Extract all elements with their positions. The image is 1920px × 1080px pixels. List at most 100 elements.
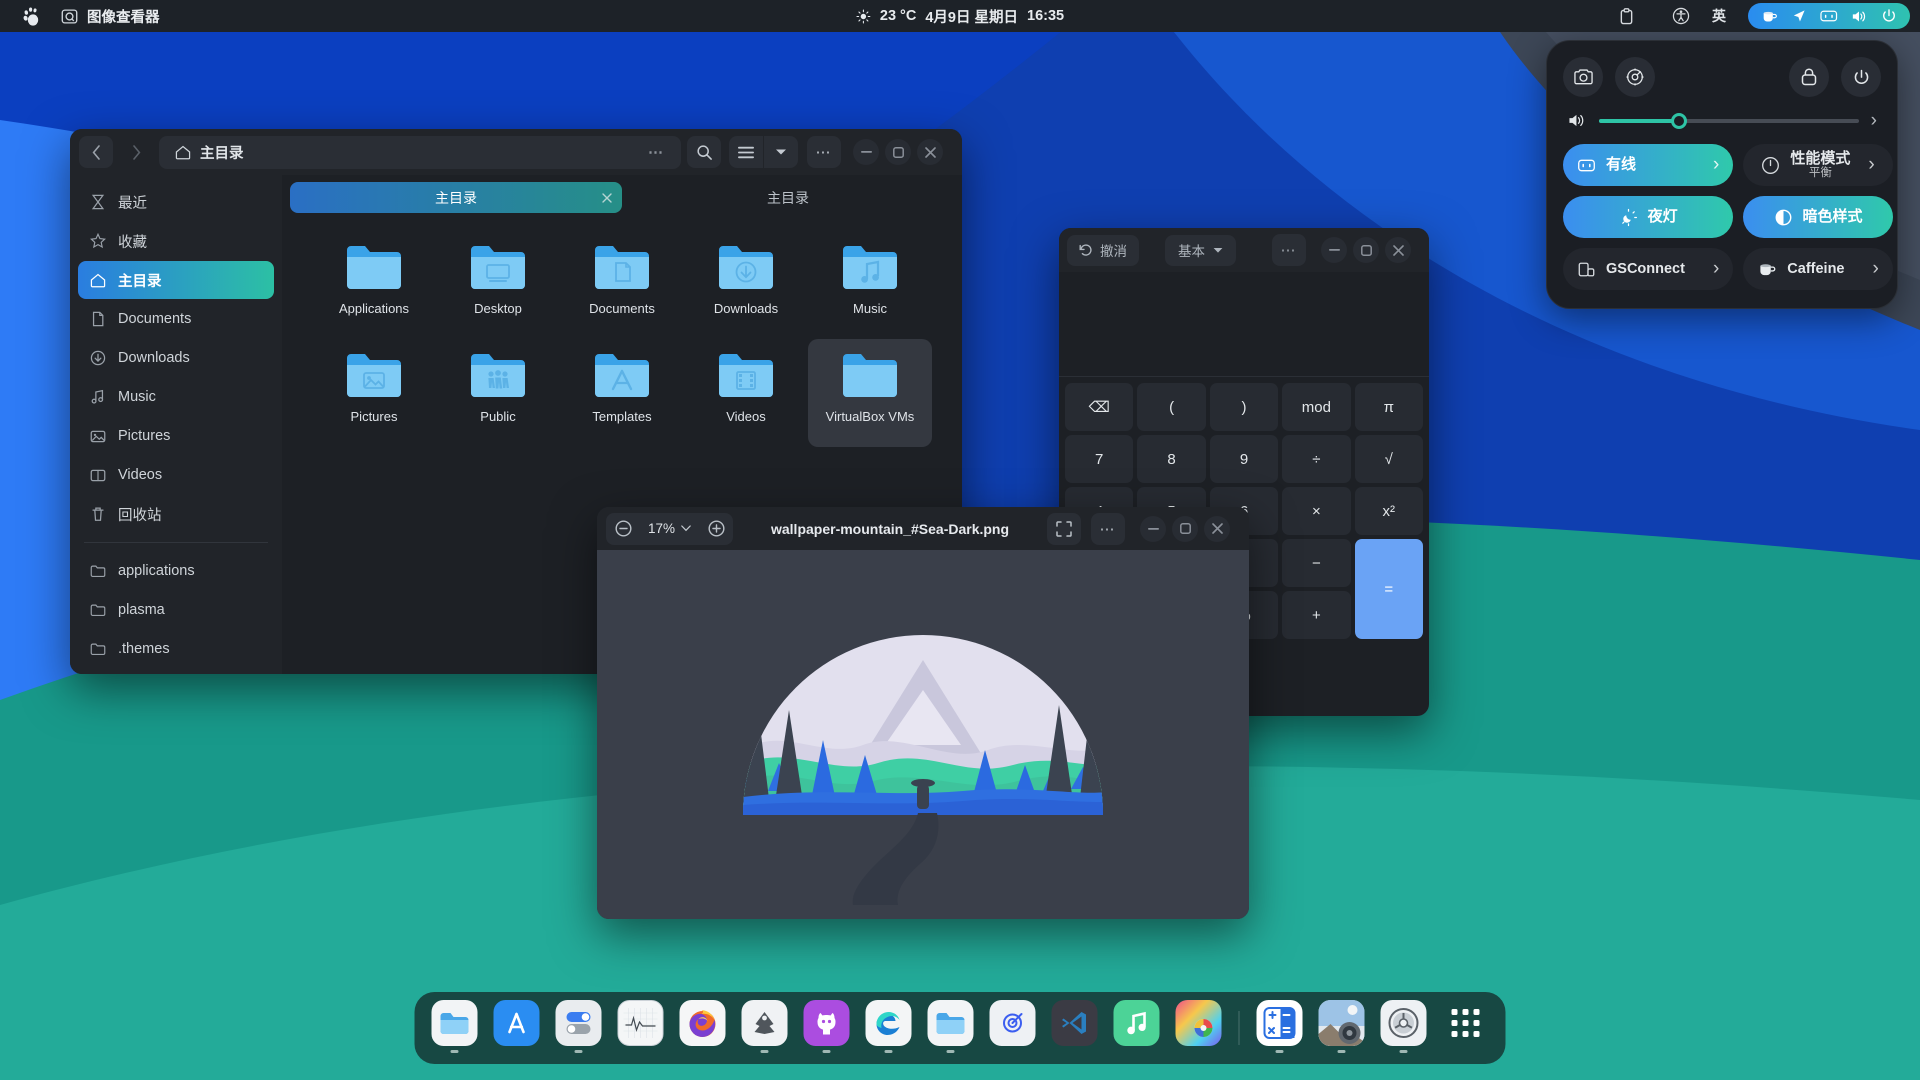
sidebar-bookmark-github[interactable]: GitHub [78,669,274,674]
view-dropdown-button[interactable] [764,136,798,168]
key-8[interactable]: 8 [1137,435,1206,483]
sidebar-item-documents[interactable]: Documents [78,300,274,338]
file-item-applications[interactable]: Applications [312,231,436,339]
file-item-downloads[interactable]: Downloads [684,231,808,339]
dock-item-github[interactable] [801,1000,853,1056]
power-mode-tile[interactable]: 性能模式 平衡 › [1743,144,1893,186]
key-equals[interactable]: = [1354,539,1423,639]
dock-item-color-picker[interactable] [1173,1000,1225,1056]
gsconnect-tile[interactable]: GSConnect › [1563,248,1734,290]
key-paren-close[interactable]: ) [1209,383,1279,431]
back-button[interactable] [79,136,113,168]
file-item-public[interactable]: Public [436,339,560,447]
key-square[interactable]: x² [1354,487,1423,535]
clipboard-icon[interactable] [1611,3,1642,29]
dock-item-files-alt[interactable] [925,1000,977,1056]
maximize-button[interactable] [1172,515,1198,542]
key-9[interactable]: 9 [1209,435,1279,483]
view-list-button[interactable] [729,136,763,168]
zoom-level-dropdown[interactable]: 17% [640,521,699,536]
screenshot-button[interactable] [1563,57,1603,97]
gsconnect-chevron-icon[interactable]: › [1705,258,1719,280]
key-plus[interactable]: + [1282,591,1351,639]
mode-dropdown[interactable]: 基本 [1165,234,1236,266]
volume-slider-row[interactable]: › [1563,111,1881,130]
sidebar-bookmark-plasma[interactable]: plasma [78,591,274,629]
path-menu-button[interactable]: ⋯ [648,143,665,161]
zoom-out-button[interactable] [606,513,640,545]
dock-item-system-settings[interactable] [1378,1000,1430,1056]
file-item-virtualbox-vms[interactable]: VirtualBox VMs [808,339,932,447]
image-canvas[interactable] [597,550,1249,919]
fullscreen-button[interactable] [1047,512,1081,545]
close-button[interactable] [917,139,943,165]
zoom-in-button[interactable] [699,513,733,545]
dock-item-telegram[interactable] [987,1000,1039,1056]
tab-home-2[interactable]: 主目录 [622,182,954,213]
minimize-button[interactable] [1140,515,1166,542]
tab-close-icon[interactable] [602,190,612,206]
power-button[interactable] [1841,57,1881,97]
dock-item-firefox[interactable] [677,1000,729,1056]
sidebar-item-starred[interactable]: 收藏 [78,222,274,260]
undo-button[interactable]: 撤消 [1067,234,1139,266]
dock-item-music[interactable] [1111,1000,1163,1056]
sidebar-item-trash[interactable]: 回收站 [78,495,274,533]
file-item-pictures[interactable]: Pictures [312,339,436,447]
dark-style-tile[interactable]: 暗色样式 [1743,196,1893,238]
sidebar-item-downloads[interactable]: Downloads [78,339,274,377]
sidebar-item-videos[interactable]: Videos [78,456,274,494]
system-status-pill[interactable] [1748,3,1910,29]
file-item-videos[interactable]: Videos [684,339,808,447]
minimize-button[interactable] [1321,237,1347,263]
night-light-tile[interactable]: 夜灯 [1563,196,1734,238]
file-item-desktop[interactable]: Desktop [436,231,560,339]
active-app-indicator[interactable]: 图像查看器 [61,6,160,27]
file-item-templates[interactable]: Templates [560,339,684,447]
key-pi[interactable]: π [1354,383,1423,431]
calculator-menu-button[interactable]: ⋯ [1272,234,1306,266]
dock-item-vscode[interactable] [1049,1000,1101,1056]
dock-item-image-viewer[interactable] [1316,1000,1368,1056]
search-button[interactable] [687,136,721,168]
main-menu-button[interactable]: ⋯ [807,136,841,168]
maximize-button[interactable] [1353,237,1379,263]
wired-tile-chevron-icon[interactable]: › [1705,154,1719,176]
volume-expand-chevron-icon[interactable]: › [1871,111,1877,130]
tab-home-1[interactable]: 主目录 [290,182,622,213]
minimize-button[interactable] [853,139,879,165]
key-7[interactable]: 7 [1065,435,1134,483]
key-paren-open[interactable]: ( [1137,383,1206,431]
dock-item-calculator[interactable] [1254,1000,1306,1056]
file-item-music[interactable]: Music [808,231,932,339]
accessibility-icon[interactable] [1664,3,1698,29]
sidebar-item-music[interactable]: Music [78,378,274,416]
caffeine-tile[interactable]: Caffeine › [1743,248,1893,290]
key-minus[interactable]: − [1282,539,1351,587]
maximize-button[interactable] [885,139,911,165]
sidebar-item-home[interactable]: 主目录 [78,261,274,299]
dock-item-edge[interactable] [863,1000,915,1056]
sidebar-item-recent[interactable]: 最近 [78,183,274,221]
image-viewer-menu-button[interactable]: ⋯ [1091,512,1125,545]
close-button[interactable] [1385,237,1411,263]
breadcrumb[interactable]: 主目录 ⋯ [159,135,681,169]
sidebar-item-pictures[interactable]: Pictures [78,417,274,455]
key-sqrt[interactable]: √ [1354,435,1423,483]
lock-button[interactable] [1789,57,1829,97]
dock-item-files[interactable] [429,1000,481,1056]
input-method-indicator[interactable]: 英 [1698,6,1740,26]
clock-area[interactable]: 23 °C 4月9日 星期日 16:35 [856,6,1064,27]
file-item-documents[interactable]: Documents [560,231,684,339]
power-mode-chevron-icon[interactable]: › [1860,154,1874,176]
wired-tile[interactable]: 有线 › [1563,144,1734,186]
volume-slider-knob[interactable] [1671,112,1688,129]
caffeine-chevron-icon[interactable]: › [1865,258,1879,280]
dock-item-inkscape[interactable] [739,1000,791,1056]
key-backspace[interactable]: ⌫ [1065,383,1134,431]
key-multiply[interactable]: × [1282,487,1351,535]
dock-item-system-monitor[interactable] [615,1000,667,1056]
sidebar-bookmark-applications[interactable]: applications [78,552,274,590]
sidebar-bookmark-themes[interactable]: .themes [78,630,274,668]
volume-slider[interactable] [1599,112,1859,129]
